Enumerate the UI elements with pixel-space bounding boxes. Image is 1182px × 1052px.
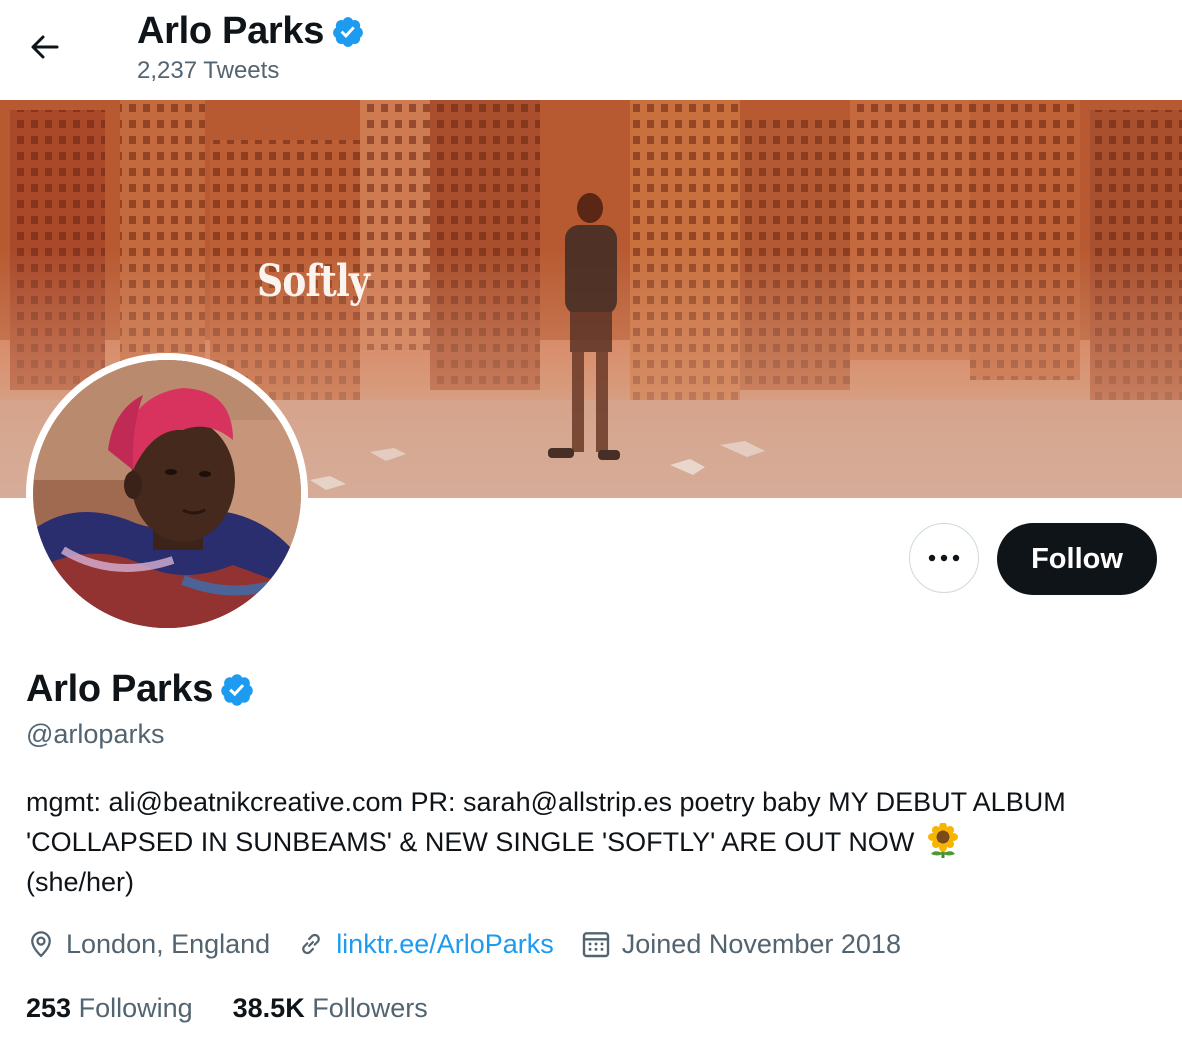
top-header: Arlo Parks 2,237 Tweets — [0, 0, 1182, 100]
followers-stat[interactable]: 38.5K Followers — [233, 993, 428, 1024]
location-text: London, England — [66, 928, 271, 959]
more-options-button[interactable] — [909, 523, 979, 593]
follow-button[interactable]: Follow — [997, 523, 1157, 595]
following-label: Following — [78, 992, 193, 1023]
joined-text: Joined November 2018 — [621, 928, 901, 959]
bio-pronouns: (she/her) — [26, 867, 135, 897]
location-item: London, England — [26, 929, 270, 960]
sunflower-icon — [927, 822, 958, 858]
avatar-photo — [33, 360, 301, 628]
more-horizontal-icon — [928, 554, 960, 562]
profile-handle: @arloparks — [26, 719, 165, 749]
banner-logo-softly: Softly — [257, 256, 370, 307]
avatar-image — [33, 360, 301, 628]
followers-count: 38.5K — [232, 992, 305, 1023]
following-stat[interactable]: 253 Following — [26, 993, 193, 1024]
followers-label: Followers — [312, 992, 428, 1023]
location-pin-icon — [31, 931, 51, 958]
website-link[interactable]: linktr.ee/ArloParks — [336, 929, 554, 960]
verified-badge-icon — [221, 673, 253, 706]
joined-item: Joined November 2018 — [580, 928, 901, 960]
profile-name: Arlo Parks — [26, 668, 255, 711]
following-count: 253 — [26, 992, 72, 1023]
arrow-left-icon — [31, 35, 59, 59]
profile-meta-row: London, England linktr.ee/ArloParks Join… — [26, 924, 927, 964]
link-icon — [302, 933, 321, 955]
profile-bio: mgmt: ali@beatnikcreative.com PR: sarah@… — [26, 782, 1156, 902]
header-title-text: Arlo Parks — [137, 10, 325, 52]
back-button[interactable] — [22, 26, 68, 68]
tweet-count: 2,237 Tweets — [137, 57, 280, 84]
website-item: linktr.ee/ArloParks — [296, 929, 554, 960]
profile-stats: 253 Following 38.5K Followers — [26, 988, 468, 1028]
verified-badge-icon — [333, 16, 363, 47]
bio-text: mgmt: ali@beatnikcreative.com PR: sarah@… — [26, 787, 1066, 857]
profile-name-text: Arlo Parks — [26, 668, 214, 710]
calendar-icon — [582, 932, 609, 958]
header-title: Arlo Parks — [137, 10, 365, 53]
profile-avatar[interactable] — [26, 353, 308, 635]
